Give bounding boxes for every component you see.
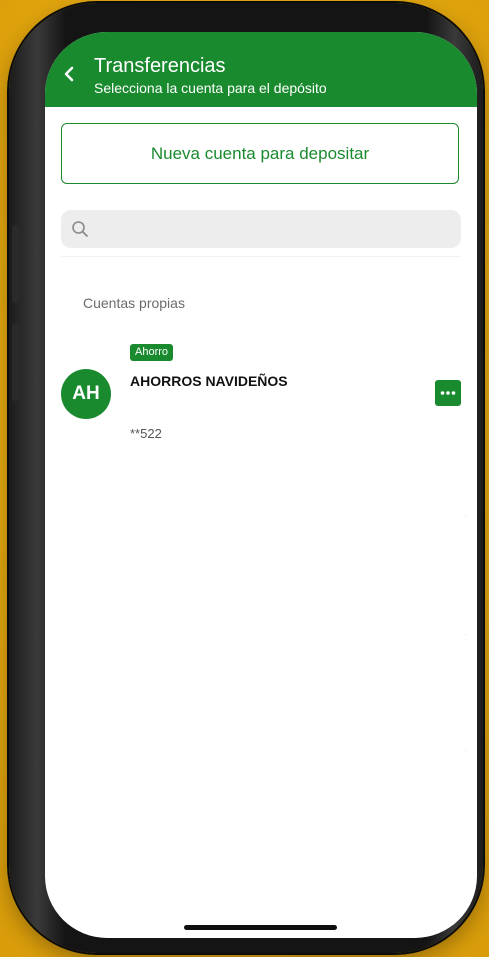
decorative-line [465, 516, 467, 517]
account-options-button[interactable] [435, 380, 461, 406]
app-screen: Transferencias Selecciona la cuenta para… [45, 32, 477, 938]
account-name: AHORROS NAVIDEÑOS [130, 373, 288, 389]
new-account-button[interactable]: Nueva cuenta para depositar [61, 123, 459, 184]
avatar: AH [61, 369, 111, 419]
volume-down-button [12, 323, 20, 401]
divider [61, 256, 461, 257]
account-list-item[interactable]: AH Ahorro AHORROS NAVIDEÑOS **522 [45, 342, 477, 452]
decorative-line [465, 750, 467, 751]
page-subtitle: Selecciona la cuenta para el depósito [94, 80, 327, 96]
search-bar[interactable] [61, 210, 461, 250]
volume-up-button [12, 225, 20, 303]
phone-frame: Transferencias Selecciona la cuenta para… [9, 3, 483, 953]
search-input[interactable] [99, 210, 453, 250]
search-icon [72, 221, 88, 237]
page-title: Transferencias [94, 55, 226, 77]
app-header: Transferencias Selecciona la cuenta para… [45, 32, 477, 107]
account-number: **522 [130, 426, 162, 441]
section-title: Cuentas propias [83, 295, 185, 311]
home-indicator [184, 925, 337, 930]
chevron-left-icon [64, 66, 74, 82]
new-account-label: Nueva cuenta para depositar [150, 143, 370, 163]
account-type-badge: Ahorro [130, 344, 174, 361]
decorative-line [465, 634, 467, 635]
more-horizontal-icon [440, 391, 456, 395]
back-button[interactable] [59, 64, 79, 84]
